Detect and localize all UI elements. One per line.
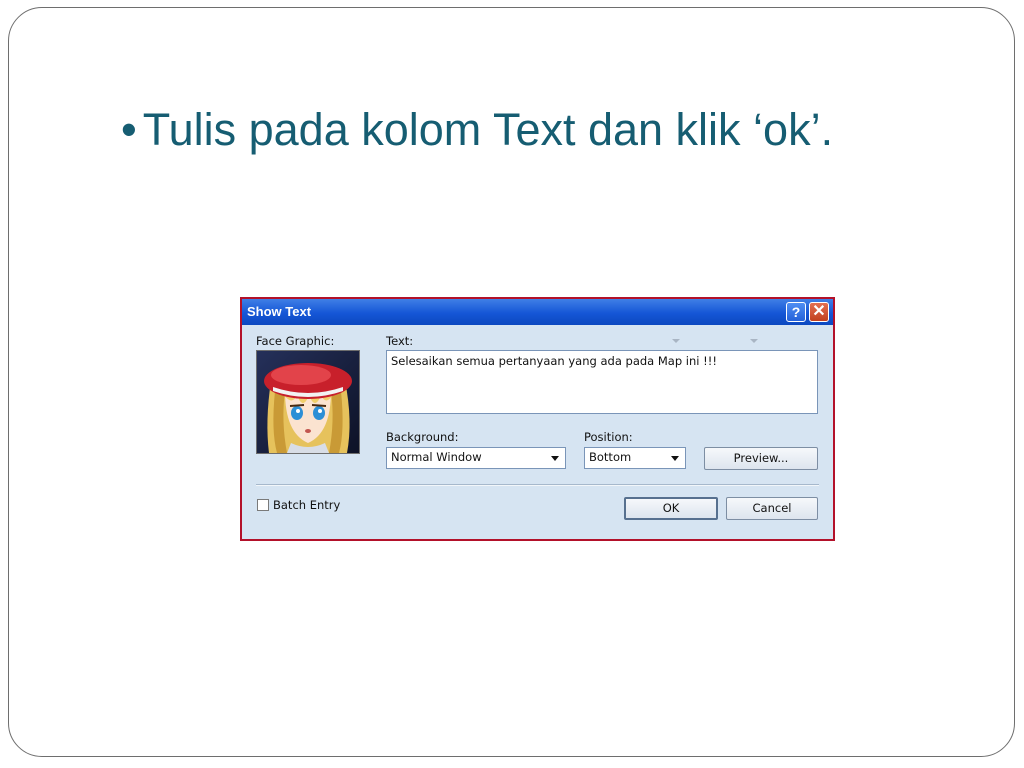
text-input-value: Selesaikan semua pertanyaan yang ada pad…	[391, 354, 717, 368]
dialog-title: Show Text	[247, 304, 312, 319]
text-input[interactable]: Selesaikan semua pertanyaan yang ada pad…	[386, 350, 818, 414]
ok-button-label: OK	[662, 501, 680, 515]
text-option-arrow-icon[interactable]	[672, 339, 680, 343]
preview-button-label: Preview...	[733, 451, 789, 465]
bullet-marker: •	[121, 104, 137, 155]
text-label: Text:	[386, 334, 414, 348]
preview-button[interactable]: Preview...	[704, 447, 818, 470]
dialog-titlebar[interactable]: Show Text ? ✕	[242, 299, 833, 325]
background-select-value: Normal Window	[391, 450, 482, 464]
chevron-down-icon	[551, 456, 559, 461]
cancel-button-label: Cancel	[752, 501, 792, 515]
cancel-button[interactable]: Cancel	[726, 497, 818, 520]
batch-entry-label[interactable]: Batch Entry	[273, 498, 340, 512]
dialog-separator	[256, 484, 819, 486]
close-icon: ✕	[812, 303, 826, 320]
dialog-body: Face Graphic: Text: Selesaikan semua per…	[242, 325, 833, 539]
help-button[interactable]: ?	[786, 302, 806, 322]
show-text-dialog: Show Text ? ✕ Face Graphic: Text: Selesa…	[240, 297, 835, 541]
position-select[interactable]: Bottom	[584, 447, 686, 469]
anime-face-portrait	[257, 351, 359, 453]
position-select-value: Bottom	[589, 450, 632, 464]
position-label: Position:	[584, 430, 633, 444]
chevron-down-icon	[671, 456, 679, 461]
background-label: Background:	[386, 430, 459, 444]
close-button[interactable]: ✕	[809, 302, 829, 322]
bullet-text: Tulis pada kolom Text dan klik ‘ok’.	[142, 104, 834, 155]
face-graphic-image[interactable]	[256, 350, 360, 454]
ok-button[interactable]: OK	[624, 497, 718, 520]
background-select[interactable]: Normal Window	[386, 447, 566, 469]
text-option-arrow-icon-2[interactable]	[750, 339, 758, 343]
batch-entry-checkbox[interactable]	[257, 499, 269, 511]
help-icon: ?	[791, 304, 801, 320]
bullet-point: • Tulis pada kolom Text dan klik ‘ok’.	[121, 100, 1001, 160]
face-graphic-label: Face Graphic:	[256, 334, 335, 348]
